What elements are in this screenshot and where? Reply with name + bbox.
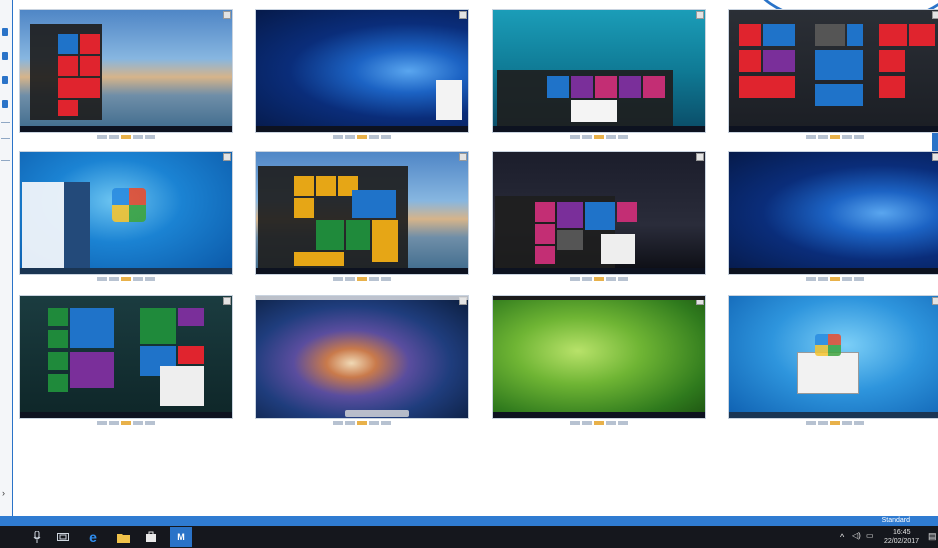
desktop-thumbnail[interactable]: [728, 295, 938, 425]
desktop-thumbnail[interactable]: [255, 9, 469, 139]
window-indicator-group: [570, 277, 628, 281]
window-indicator-group: [97, 135, 155, 139]
desktop-thumbnail[interactable]: [492, 9, 706, 139]
file-explorer-icon[interactable]: [116, 530, 130, 544]
sidebar-marker[interactable]: [2, 52, 8, 60]
window-indicator-group: [806, 277, 864, 281]
window-indicator-group: [97, 421, 155, 425]
close-icon[interactable]: [459, 11, 467, 19]
start-menu: [22, 182, 90, 268]
window-indicator-group: [333, 421, 391, 425]
microphone-icon[interactable]: [30, 530, 44, 544]
close-icon[interactable]: [223, 297, 231, 305]
divider: [1, 122, 10, 123]
status-label: Standard: [881, 517, 910, 524]
desktop-thumbnail[interactable]: [728, 9, 938, 139]
close-icon[interactable]: [459, 153, 467, 161]
window-indicator-group: [333, 135, 391, 139]
divider: [1, 138, 10, 139]
close-icon[interactable]: [932, 297, 938, 305]
taskbar-preview: [729, 268, 938, 274]
clock-time: 16:45: [893, 529, 911, 536]
close-icon[interactable]: [696, 11, 704, 19]
task-view-icon[interactable]: [56, 530, 70, 544]
start-menu: [30, 24, 102, 120]
sidebar-marker[interactable]: [2, 28, 8, 36]
edge-browser-icon[interactable]: e: [86, 529, 100, 545]
desktop-thumbnail[interactable]: [492, 295, 706, 425]
status-bar: Standard: [0, 516, 938, 526]
start-menu: [497, 70, 673, 126]
window-indicator-group: [806, 421, 864, 425]
start-menu: [258, 166, 408, 268]
close-icon[interactable]: [223, 11, 231, 19]
sidebar-marker[interactable]: [2, 100, 8, 108]
taskbar-preview: [729, 412, 938, 418]
desktop-thumbnail[interactable]: [19, 151, 233, 281]
menu-bar-preview: [256, 296, 468, 300]
taskbar-preview: [493, 126, 705, 132]
top-panel-preview: [493, 296, 705, 300]
chevron-right-icon[interactable]: ›: [2, 488, 5, 498]
network-icon[interactable]: ▭: [866, 531, 874, 540]
taskbar-preview: [20, 126, 232, 132]
bottom-panel-preview: [493, 412, 705, 418]
app-m-icon[interactable]: M: [170, 527, 192, 547]
notification-icon[interactable]: ▤: [928, 531, 937, 542]
chevron-up-icon[interactable]: ^: [840, 532, 844, 542]
taskbar-preview: [256, 126, 468, 132]
desktop-thumbnail[interactable]: [19, 295, 233, 425]
volume-icon[interactable]: ◁): [852, 531, 861, 540]
desktop-thumbnail[interactable]: [492, 151, 706, 281]
window-indicator-group: [570, 135, 628, 139]
taskbar-preview: [729, 126, 938, 132]
sidebar-marker[interactable]: [2, 76, 8, 84]
window-indicator-group: [806, 135, 864, 139]
desktop-thumbnail[interactable]: [255, 151, 469, 281]
store-icon[interactable]: [144, 530, 158, 544]
close-icon[interactable]: [932, 153, 938, 161]
dock-preview: [345, 410, 409, 417]
desktop-thumbnail[interactable]: [19, 9, 233, 139]
taskbar-preview: [20, 268, 232, 274]
close-icon[interactable]: [223, 153, 231, 161]
desktop-thumbnail[interactable]: [255, 295, 469, 425]
taskbar-preview: [256, 268, 468, 274]
taskbar-preview: [20, 412, 232, 418]
divider: [1, 160, 10, 161]
desktop-thumbnail[interactable]: [728, 151, 938, 281]
window-indicator-group: [570, 421, 628, 425]
window-indicator-group: [97, 277, 155, 281]
taskbar-preview: [493, 268, 705, 274]
left-sidebar-strip: ›: [0, 0, 13, 516]
close-icon[interactable]: [696, 153, 704, 161]
window-indicator-group: [333, 277, 391, 281]
close-icon[interactable]: [932, 11, 938, 19]
taskbar: e M ^ ◁) ▭ 16:45 22/02/2017 ▤: [0, 526, 938, 548]
clock-date: 22/02/2017: [884, 538, 920, 545]
